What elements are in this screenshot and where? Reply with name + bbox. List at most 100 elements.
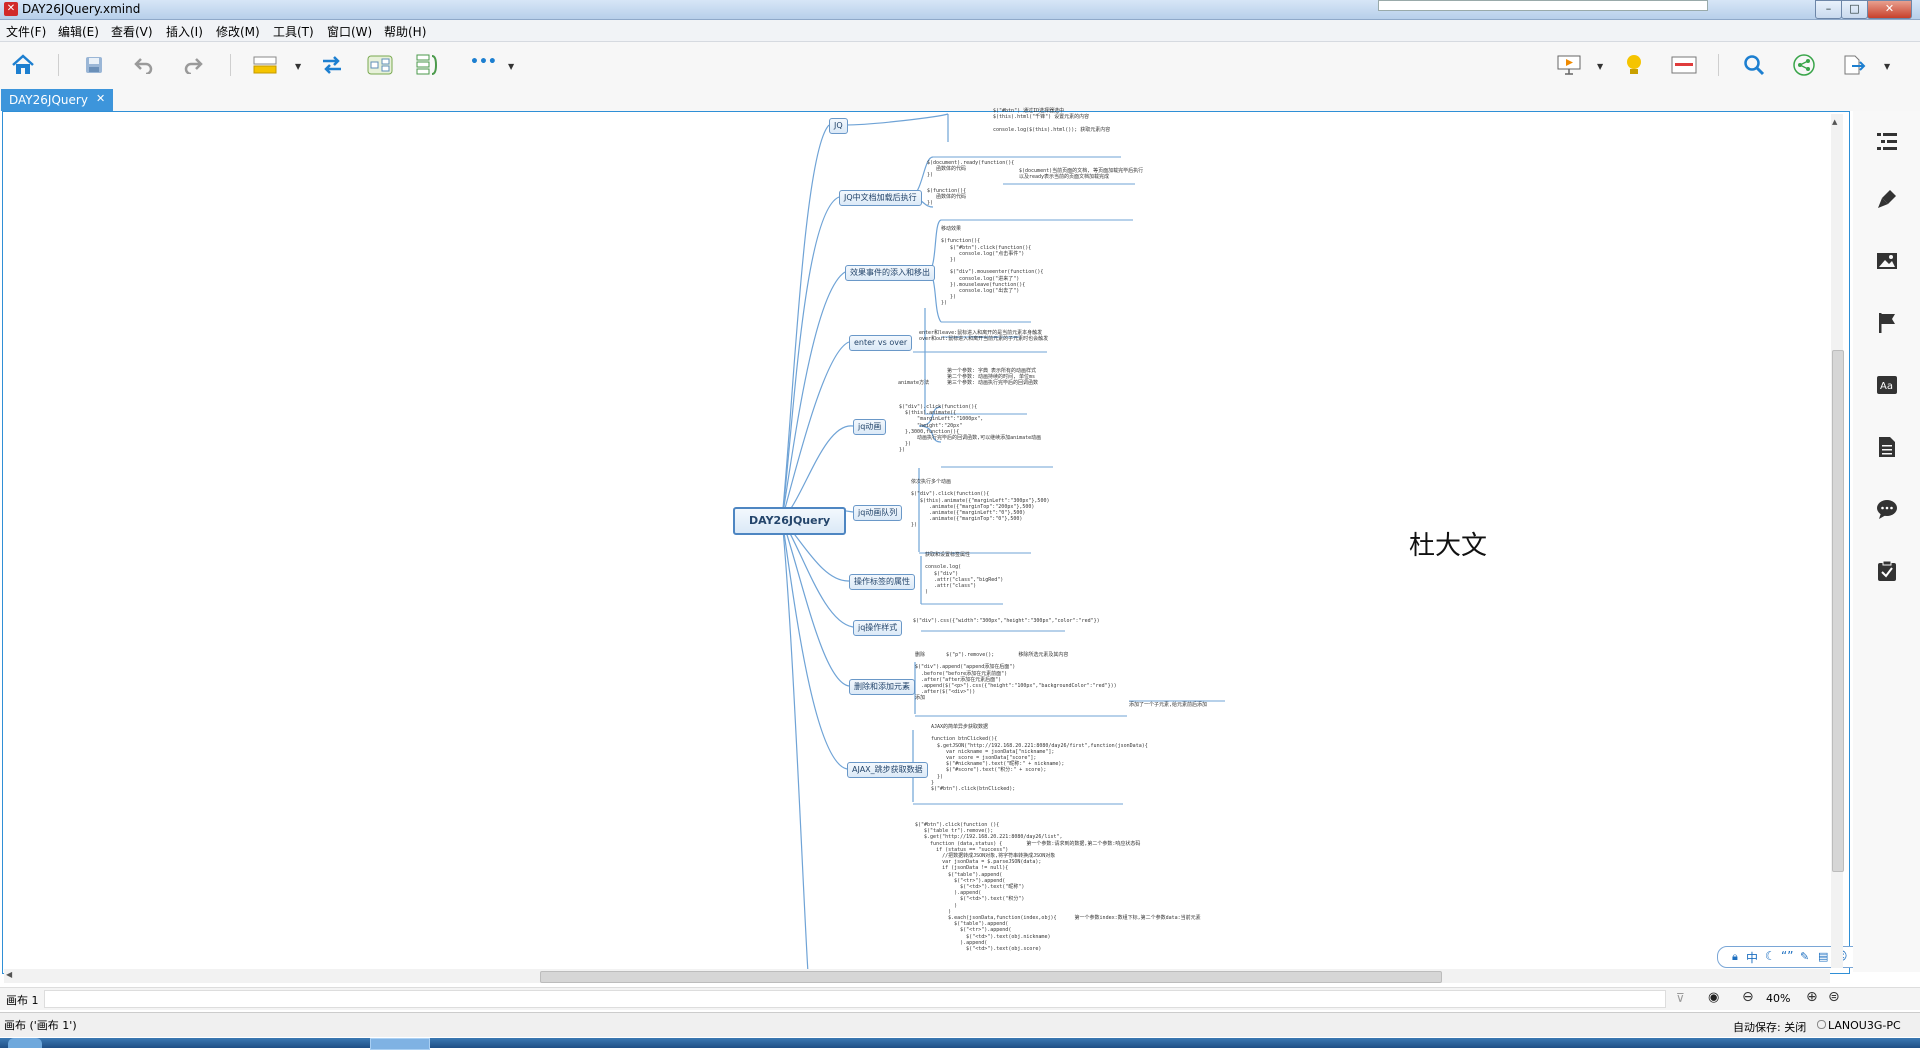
- toolbar-separator: [58, 54, 59, 76]
- home-icon[interactable]: [9, 52, 37, 78]
- marker-flag-icon[interactable]: [1875, 311, 1899, 335]
- close-window-button[interactable]: ✕: [1867, 0, 1912, 19]
- branch-enter-vs-over[interactable]: enter vs over: [849, 335, 913, 351]
- menu-help[interactable]: 帮助(H): [384, 23, 426, 40]
- menu-bar: 文件(F) 编辑(E) 查看(V) 插入(I) 修改(M) 工具(T) 窗口(W…: [0, 20, 1920, 42]
- zoom-level[interactable]: 40%: [1766, 992, 1790, 1005]
- presentation-dropdown-arrow[interactable]: ▼: [1597, 62, 1603, 71]
- eye-icon[interactable]: ◉: [1708, 990, 1719, 1005]
- floating-topic[interactable]: 杜大文: [1409, 525, 1487, 562]
- format-brush-icon[interactable]: [1875, 187, 1899, 211]
- branch-doc-ready[interactable]: JQ中文档加载后执行: [839, 190, 922, 206]
- toolbar: ▼ ••• ▼ ▼ ▼: [0, 42, 1920, 88]
- ime-moon-icon[interactable]: ☾: [1765, 949, 1776, 963]
- note-jq: $("#btn") 通过ID选择器选中 $(this).html("千锋") 设…: [993, 108, 1111, 133]
- vertical-scroll-thumb[interactable]: [1832, 350, 1844, 872]
- note-animate-code: $("div").click(function(){ $(this).anima…: [899, 404, 1042, 454]
- menu-insert[interactable]: 插入(I): [166, 23, 203, 40]
- status-autosave[interactable]: 自动保存: 关闭: [1733, 1019, 1806, 1035]
- relationship-icon[interactable]: [318, 52, 346, 78]
- undo-icon[interactable]: [130, 52, 158, 78]
- menu-file[interactable]: 文件(F): [6, 23, 46, 40]
- scroll-left-arrow[interactable]: ◀: [6, 970, 12, 979]
- export-icon[interactable]: [1840, 52, 1868, 78]
- note-animate-queue: 依次执行多个动画 $("div").click(function(){ $(th…: [911, 479, 1050, 529]
- svg-text:Aa: Aa: [1880, 381, 1893, 392]
- window-title: DAY26JQuery.xmind: [22, 2, 141, 16]
- tab-day26jquery[interactable]: DAY26JQuery ✕: [1, 89, 113, 111]
- zoom-out-button[interactable]: ⊖: [1742, 989, 1754, 1005]
- title-search-box[interactable]: [1378, 0, 1708, 11]
- note-animate-label: animate方法: [898, 380, 930, 386]
- save-icon[interactable]: [80, 52, 108, 78]
- sheet-tab-area: [44, 990, 1666, 1008]
- maximize-button[interactable]: □: [1841, 0, 1868, 19]
- presentation-icon[interactable]: [1555, 52, 1583, 78]
- branch-jq[interactable]: JQ: [829, 118, 848, 134]
- text-style-icon[interactable]: Aa: [1875, 373, 1899, 397]
- sheet-tab[interactable]: 画布 1: [6, 992, 39, 1008]
- branch-mouse-events[interactable]: 效果事件的添入和移出: [845, 265, 935, 281]
- menu-tools[interactable]: 工具(T): [273, 23, 314, 40]
- ime-chinese-mode[interactable]: 中: [1746, 949, 1758, 966]
- export-dropdown-arrow[interactable]: ▼: [1884, 62, 1890, 71]
- tab-close-icon[interactable]: ✕: [96, 92, 105, 105]
- filter-icon[interactable]: ⊽: [1676, 991, 1685, 1005]
- layout-icon[interactable]: [1670, 52, 1698, 78]
- note-add-remove: 删除 $("p").remove(); 移除所选元素及其内容 $("div").…: [915, 652, 1117, 702]
- task-info-icon[interactable]: [1875, 559, 1899, 583]
- ime-lock-icon[interactable]: 🔒︎: [1732, 950, 1738, 964]
- branch-animation-queue[interactable]: jq动画队列: [853, 505, 903, 521]
- taskbar-active-app[interactable]: [370, 1038, 430, 1050]
- start-button[interactable]: [8, 1038, 42, 1048]
- computer-status-icon: [1817, 1020, 1826, 1029]
- zoom-menu-button[interactable]: ⊜: [1828, 989, 1840, 1005]
- minimize-button[interactable]: –: [1815, 0, 1842, 19]
- horizontal-scroll-thumb[interactable]: [540, 971, 1442, 983]
- image-icon[interactable]: [1875, 249, 1899, 273]
- menu-view[interactable]: 查看(V): [111, 23, 153, 40]
- summary-icon[interactable]: [414, 52, 442, 78]
- branch-animation[interactable]: jq动画: [853, 419, 887, 435]
- sheet-bar: 画布 1 ⊽ ◉ ⊖ 40% ⊕ ⊜: [0, 987, 1920, 1010]
- more-icon[interactable]: •••: [470, 54, 497, 70]
- more-dropdown-arrow[interactable]: ▼: [508, 62, 514, 71]
- vertical-scrollbar[interactable]: ▲: [1831, 114, 1844, 968]
- horizontal-scrollbar[interactable]: ◀: [4, 969, 1830, 983]
- ime-tools-icon[interactable]: ✎: [1800, 950, 1809, 963]
- menu-window[interactable]: 窗口(W): [327, 23, 372, 40]
- xmind-logo-icon: ✕: [4, 2, 18, 16]
- branch-add-remove[interactable]: 删除和添加元素: [849, 679, 915, 695]
- redo-icon[interactable]: [179, 52, 207, 78]
- branch-css[interactable]: jq操作样式: [853, 620, 903, 636]
- menu-modify[interactable]: 修改(M): [216, 23, 260, 40]
- right-sidebar: Aa: [1853, 111, 1920, 972]
- ime-quote-icon[interactable]: “”: [1781, 949, 1793, 963]
- branch-attributes[interactable]: 操作标签的属性: [849, 574, 915, 590]
- comments-icon[interactable]: [1875, 497, 1899, 521]
- note-doc-ready-1: $(document).ready(function(){ 函数体的代码 }): [927, 160, 1015, 179]
- status-bar: 画布 ('画布 1') 自动保存: 关闭 LANOU3G-PC: [0, 1012, 1920, 1037]
- branch-ajax[interactable]: AJAX_跳步获取数据: [847, 762, 928, 778]
- topic-dropdown-arrow[interactable]: ▼: [295, 62, 301, 71]
- title-bar: ✕ DAY26JQuery.xmind – □ ✕: [0, 0, 1920, 20]
- ime-clipboard-icon[interactable]: ▤: [1818, 950, 1828, 963]
- tab-label: DAY26JQuery: [9, 93, 88, 107]
- lightbulb-icon[interactable]: [1620, 52, 1648, 78]
- boundary-icon[interactable]: [366, 52, 394, 78]
- note-ajax-table: $("#btn").click(function (){ $("table tr…: [915, 822, 1201, 953]
- os-taskbar: [0, 1038, 1920, 1050]
- scroll-up-arrow[interactable]: ▲: [1832, 118, 1837, 126]
- outline-icon[interactable]: [1875, 129, 1899, 153]
- note-mouse-events: 移动效果 $(function(){ $("#btn").click(funct…: [941, 226, 1044, 307]
- share-icon[interactable]: [1790, 52, 1818, 78]
- topic-icon[interactable]: [252, 52, 280, 78]
- search-icon[interactable]: [1740, 52, 1768, 78]
- menu-edit[interactable]: 编辑(E): [58, 23, 99, 40]
- root-topic[interactable]: DAY26JQuery: [733, 507, 847, 535]
- note-animate-params: 第一个参数: 字典 表示所有的动画样式 第二个参数: 动画持续的时间, 单位ms…: [947, 368, 1039, 387]
- note-attributes: 获取和设置标签属性 console.log( $("div") .attr("c…: [925, 552, 1004, 596]
- notes-icon[interactable]: [1875, 435, 1899, 459]
- zoom-in-button[interactable]: ⊕: [1806, 989, 1818, 1005]
- mindmap-canvas[interactable]: DAY26JQuery JQ JQ中文档加载后执行 效果事件的添入和移出 ent…: [2, 108, 1920, 974]
